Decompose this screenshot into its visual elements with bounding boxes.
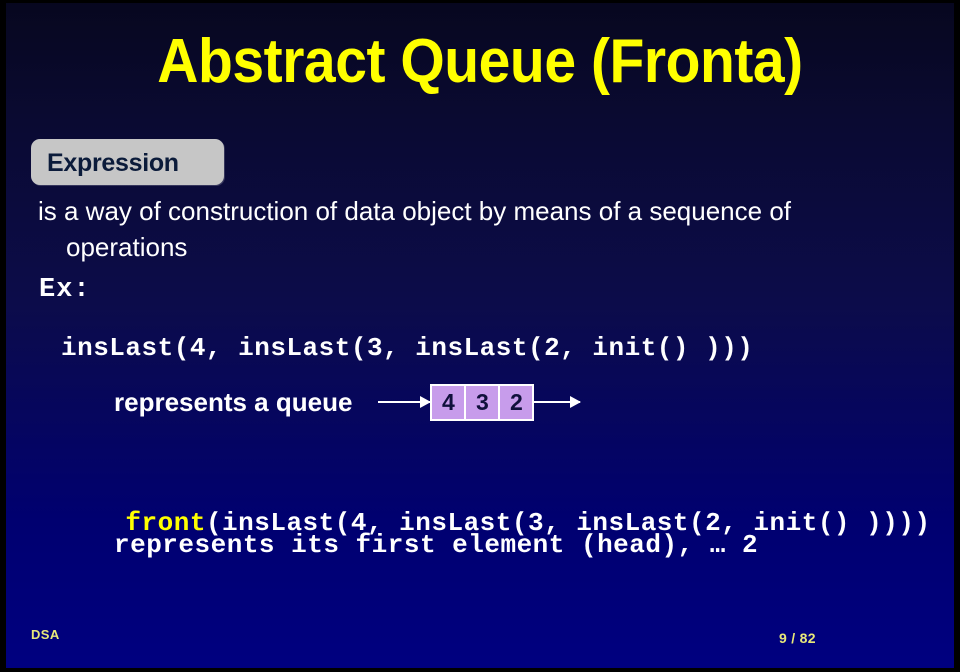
definition-text: is a way of construction of data object … xyxy=(38,193,918,265)
example-expression-code: insLast(4, insLast(3, insLast(2, init() … xyxy=(61,333,754,363)
queue-out-arrow-icon xyxy=(534,396,582,408)
queue-cell: 2 xyxy=(500,385,533,419)
example-label: Ex: xyxy=(39,275,91,305)
expression-term-box: Expression xyxy=(31,139,224,185)
queue-diagram: represents a queue 4 3 2 xyxy=(114,383,582,421)
definition-line-2: operations xyxy=(66,232,188,262)
queue-cell: 4 xyxy=(432,385,465,419)
footer-page-number: 9 / 82 xyxy=(779,630,816,646)
queue-in-arrow-icon xyxy=(378,396,432,408)
front-result-text: represents its first element (head), … 2 xyxy=(114,530,759,560)
definition-line-1: is a way of construction of data object … xyxy=(38,196,791,226)
expression-term-label: Expression xyxy=(47,149,179,177)
queue-cell: 3 xyxy=(466,385,499,419)
queue-caption: represents a queue xyxy=(114,387,353,417)
page-title: Abstract Queue (Fronta) xyxy=(157,27,803,96)
queue-box: 4 3 2 xyxy=(430,383,535,421)
slide: Abstract Queue (Fronta) Expression is a … xyxy=(0,0,960,672)
footer-course-label: DSA xyxy=(31,627,60,642)
